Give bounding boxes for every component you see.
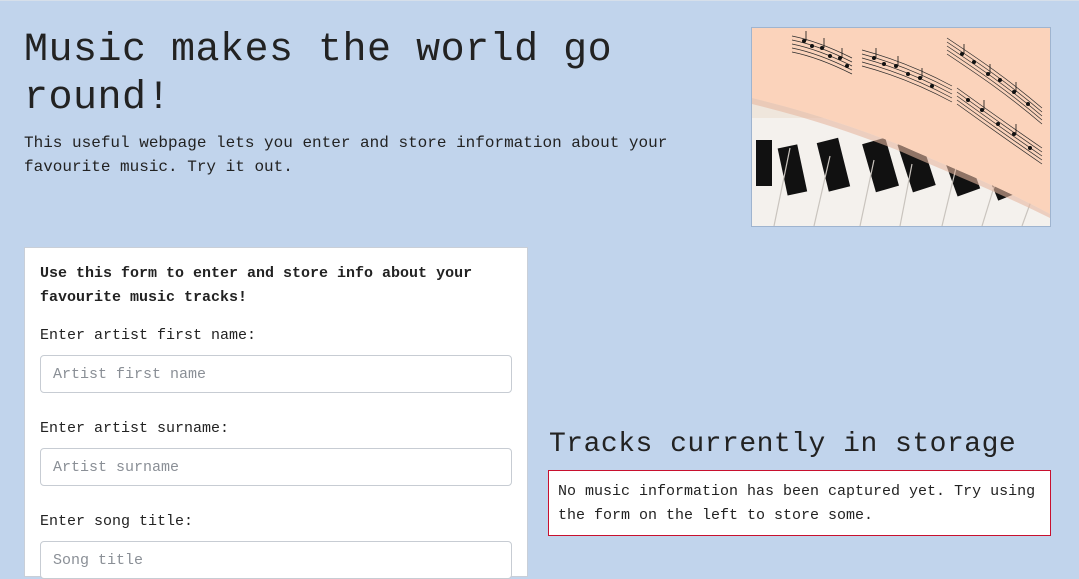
artist-first-name-input[interactable]: [40, 355, 512, 393]
artist-first-name-label: Enter artist first name:: [40, 327, 257, 344]
song-title-label: Enter song title:: [40, 513, 194, 530]
artist-surname-input[interactable]: [40, 448, 512, 486]
song-title-input[interactable]: [40, 541, 512, 579]
page-title: Music makes the world go round!: [24, 28, 613, 121]
form-intro: Use this form to enter and store info ab…: [40, 265, 473, 306]
storage-heading: Tracks currently in storage: [549, 429, 1017, 460]
hero-sheet-music-image: [751, 27, 1051, 227]
page-intro: This useful webpage lets you enter and s…: [24, 134, 668, 176]
storage-empty-message: No music information has been captured y…: [548, 470, 1051, 536]
artist-surname-label: Enter artist surname:: [40, 420, 230, 437]
music-entry-form: Use this form to enter and store info ab…: [24, 247, 528, 579]
